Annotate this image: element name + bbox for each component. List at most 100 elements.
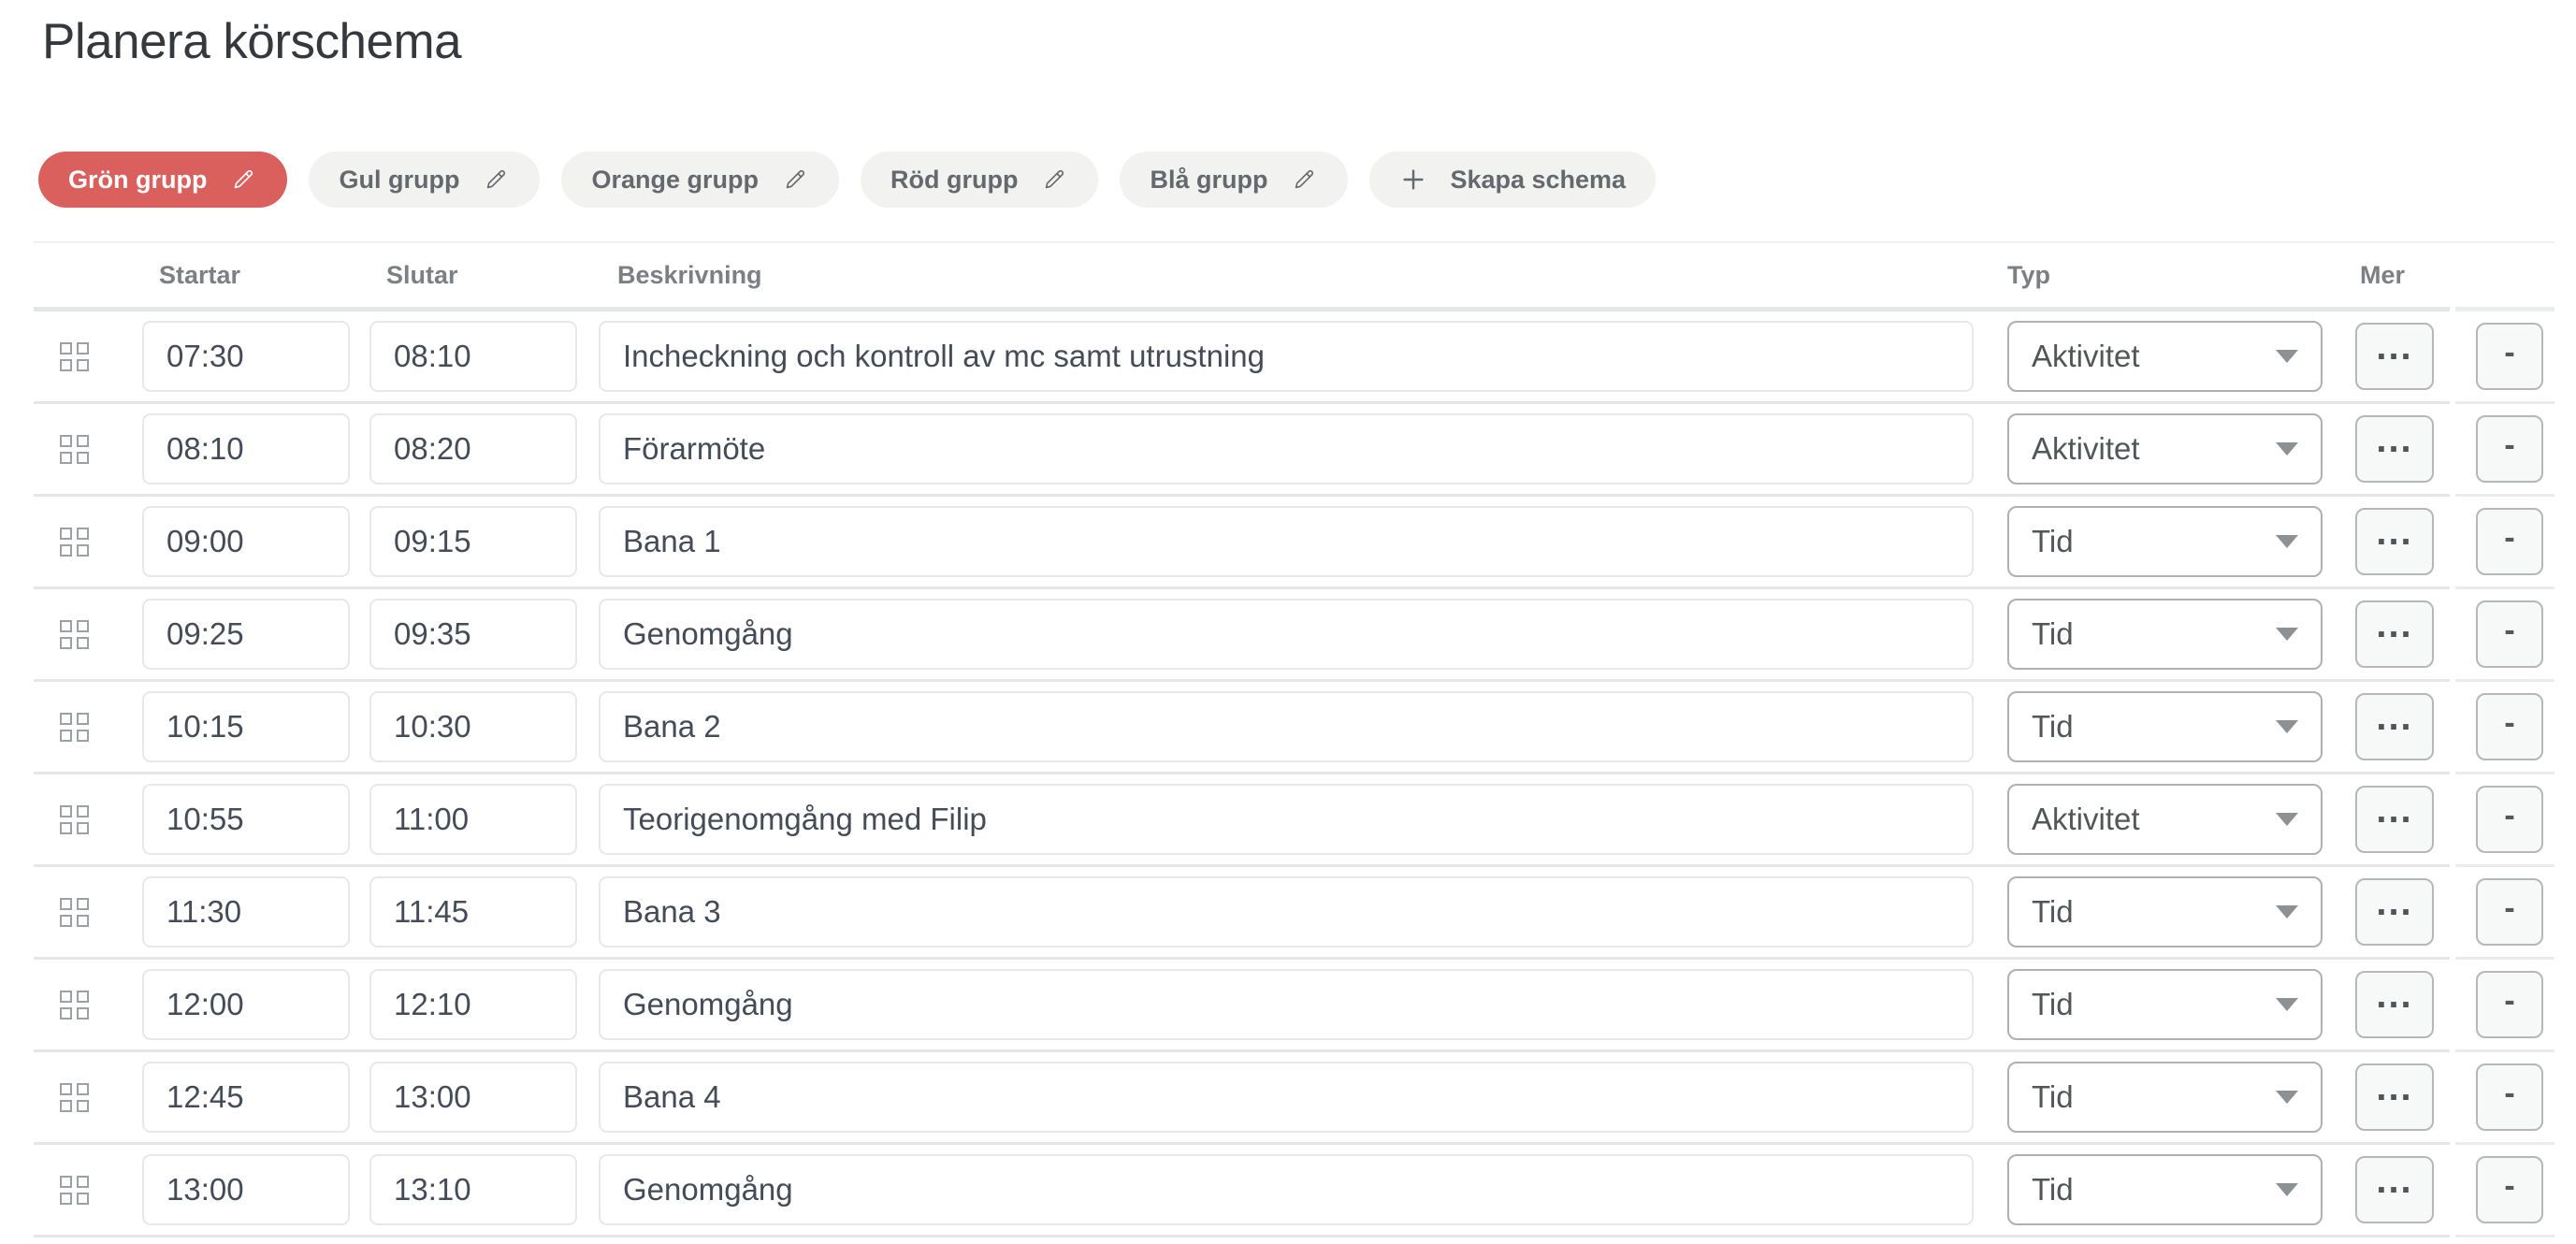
remove-row-button[interactable]: - — [2476, 971, 2543, 1038]
header-remove-spacer — [2455, 243, 2554, 311]
drag-handle-icon[interactable] — [60, 713, 89, 742]
description-input[interactable] — [599, 1154, 1974, 1225]
plus-icon — [1399, 166, 1427, 194]
type-select[interactable]: Aktivitet — [2007, 413, 2323, 485]
more-button[interactable]: ... — [2355, 786, 2434, 853]
remove-row-button[interactable]: - — [2476, 323, 2543, 390]
table-row: Tid ... - — [34, 497, 2554, 589]
description-input[interactable] — [599, 876, 1974, 947]
remove-row-button[interactable]: - — [2476, 693, 2543, 760]
pencil-icon — [482, 166, 510, 194]
table-row: Aktivitet ... - — [34, 774, 2554, 867]
more-button[interactable]: ... — [2355, 878, 2434, 946]
type-select[interactable]: Tid — [2007, 691, 2323, 762]
type-select-value: Tid — [2032, 524, 2074, 559]
remove-row-button[interactable]: - — [2476, 600, 2543, 668]
start-time-input[interactable] — [142, 506, 350, 577]
end-time-input[interactable] — [369, 413, 577, 485]
end-time-input[interactable] — [369, 1154, 577, 1225]
more-button[interactable]: ... — [2355, 323, 2434, 390]
drag-handle-icon[interactable] — [60, 528, 89, 557]
table-row: Tid ... - — [34, 960, 2554, 1052]
drag-handle-icon[interactable] — [60, 805, 89, 834]
end-time-input[interactable] — [369, 599, 577, 670]
start-time-input[interactable] — [142, 691, 350, 762]
more-button[interactable]: ... — [2355, 971, 2434, 1038]
type-select[interactable]: Aktivitet — [2007, 321, 2323, 392]
more-button[interactable]: ... — [2355, 600, 2434, 668]
start-time-input[interactable] — [142, 969, 350, 1040]
description-input[interactable] — [599, 321, 1974, 392]
more-button[interactable]: ... — [2355, 415, 2434, 483]
type-select[interactable]: Tid — [2007, 1062, 2323, 1133]
start-time-input[interactable] — [142, 876, 350, 947]
create-schedule-button[interactable]: Skapa schema — [1369, 152, 1656, 208]
remove-row-button[interactable]: - — [2476, 1063, 2543, 1131]
type-select[interactable]: Tid — [2007, 506, 2323, 577]
remove-row-button[interactable]: - — [2476, 786, 2543, 853]
end-time-input[interactable] — [369, 969, 577, 1040]
group-tab[interactable]: Gul grupp — [309, 152, 540, 208]
caret-down-icon — [2276, 720, 2298, 733]
drag-handle-icon[interactable] — [60, 1176, 89, 1205]
remove-row-button[interactable]: - — [2476, 508, 2543, 575]
description-input[interactable] — [599, 413, 1974, 485]
type-select[interactable]: Aktivitet — [2007, 784, 2323, 855]
planera-korschema-page: Planera körschema Grön grupp Gul grupp O… — [0, 0, 2576, 1244]
type-select-value: Tid — [2032, 1172, 2074, 1208]
end-time-input[interactable] — [369, 876, 577, 947]
group-tab[interactable]: Grön grupp — [38, 152, 287, 208]
group-tabs: Grön grupp Gul grupp Orange grupp Röd gr… — [38, 152, 2576, 208]
description-input[interactable] — [599, 969, 1974, 1040]
start-time-input[interactable] — [142, 1062, 350, 1133]
end-time-input[interactable] — [369, 784, 577, 855]
description-input[interactable] — [599, 1062, 1974, 1133]
type-select[interactable]: Tid — [2007, 1154, 2323, 1225]
drag-handle-icon[interactable] — [60, 991, 89, 1020]
type-select[interactable]: Tid — [2007, 969, 2323, 1040]
type-select[interactable]: Tid — [2007, 599, 2323, 670]
table-row: Tid ... - — [34, 1052, 2554, 1145]
end-time-input[interactable] — [369, 321, 577, 392]
drag-handle-icon[interactable] — [60, 1083, 89, 1112]
description-input[interactable] — [599, 691, 1974, 762]
remove-row-button[interactable]: - — [2476, 415, 2543, 483]
type-select-value: Tid — [2032, 894, 2074, 930]
drag-handle-icon[interactable] — [60, 898, 89, 927]
group-tab[interactable]: Orange grupp — [561, 152, 839, 208]
type-select-value: Aktivitet — [2032, 339, 2140, 374]
table-row: Tid ... - — [34, 867, 2554, 960]
pencil-icon — [781, 166, 809, 194]
drag-handle-icon[interactable] — [60, 620, 89, 649]
caret-down-icon — [2276, 350, 2298, 363]
caret-down-icon — [2276, 1183, 2298, 1196]
table-row: Aktivitet ... - — [34, 404, 2554, 497]
more-button[interactable]: ... — [2355, 508, 2434, 575]
group-tab[interactable]: Blå grupp — [1120, 152, 1348, 208]
remove-row-button[interactable]: - — [2476, 878, 2543, 946]
caret-down-icon — [2276, 905, 2298, 919]
group-tab[interactable]: Röd grupp — [861, 152, 1098, 208]
remove-row-button[interactable]: - — [2476, 1156, 2543, 1223]
more-button[interactable]: ... — [2355, 1156, 2434, 1223]
more-button[interactable]: ... — [2355, 1063, 2434, 1131]
description-input[interactable] — [599, 784, 1974, 855]
type-select-value: Aktivitet — [2032, 431, 2140, 467]
start-time-input[interactable] — [142, 413, 350, 485]
drag-handle-icon[interactable] — [60, 342, 89, 371]
description-input[interactable] — [599, 599, 1974, 670]
table-row: Aktivitet ... - — [34, 311, 2554, 404]
description-input[interactable] — [599, 506, 1974, 577]
type-select-value: Tid — [2032, 616, 2074, 652]
end-time-input[interactable] — [369, 1062, 577, 1133]
more-button[interactable]: ... — [2355, 693, 2434, 760]
start-time-input[interactable] — [142, 321, 350, 392]
start-time-input[interactable] — [142, 599, 350, 670]
end-time-input[interactable] — [369, 691, 577, 762]
drag-handle-icon[interactable] — [60, 435, 89, 464]
end-time-input[interactable] — [369, 506, 577, 577]
type-select[interactable]: Tid — [2007, 876, 2323, 947]
start-time-input[interactable] — [142, 1154, 350, 1225]
start-time-input[interactable] — [142, 784, 350, 855]
create-schedule-label: Skapa schema — [1450, 166, 1626, 195]
